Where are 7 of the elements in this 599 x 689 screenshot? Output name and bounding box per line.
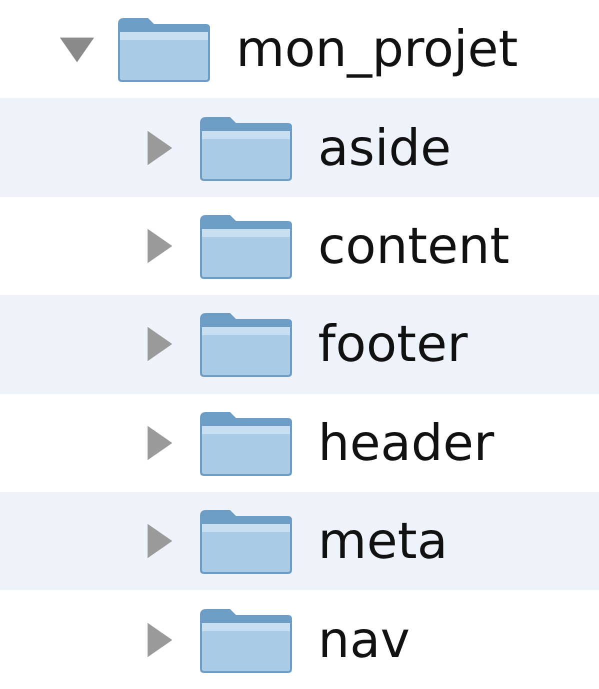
folder-name[interactable]: aside (318, 118, 452, 177)
folder-name[interactable]: nav (318, 610, 410, 669)
folder-name[interactable]: content (318, 216, 510, 275)
folder-name[interactable]: footer (318, 315, 468, 374)
folder-name[interactable]: meta (318, 512, 448, 570)
folder-name[interactable]: header (318, 414, 494, 472)
folder-name[interactable]: mon_projet (236, 20, 518, 78)
